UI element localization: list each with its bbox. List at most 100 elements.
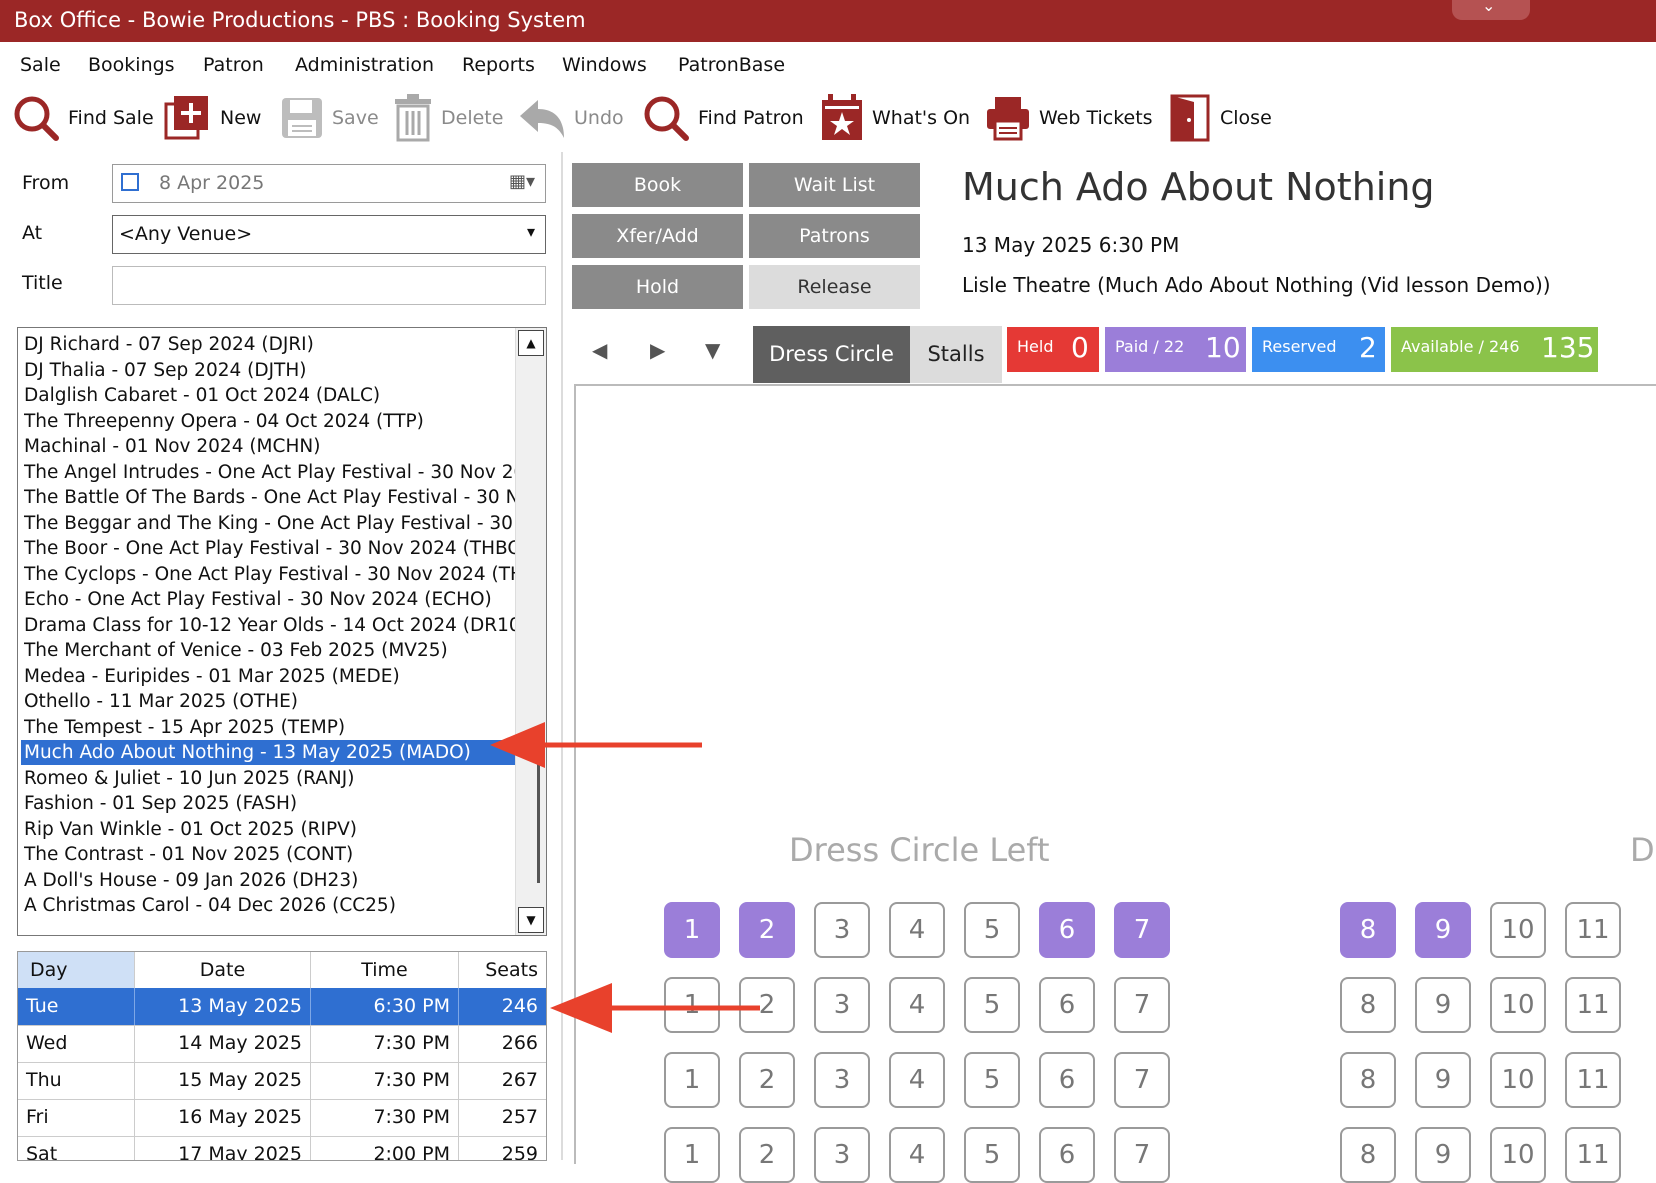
seat[interactable]: 4: [889, 977, 945, 1033]
seat[interactable]: 9: [1415, 977, 1471, 1033]
section-dropdown-icon[interactable]: ▼: [705, 338, 720, 362]
xfer-add-button[interactable]: Xfer/Add: [572, 214, 743, 258]
web-tickets-button[interactable]: Web Tickets: [985, 88, 1153, 148]
show-list-item[interactable]: Much Ado About Nothing - 13 May 2025 (MA…: [21, 740, 534, 765]
show-list-item[interactable]: The Battle Of The Bards - One Act Play F…: [24, 485, 534, 510]
show-list-item[interactable]: Fashion - 01 Sep 2025 (FASH): [24, 791, 534, 816]
show-list-item[interactable]: DJ Richard - 07 Sep 2024 (DJRI): [24, 332, 534, 357]
menu-reports[interactable]: Reports: [462, 54, 535, 76]
show-list-item[interactable]: The Beggar and The King - One Act Play F…: [24, 511, 534, 536]
seat[interactable]: 11: [1565, 977, 1621, 1033]
seat[interactable]: 5: [964, 1127, 1020, 1183]
menu-sale[interactable]: Sale: [20, 54, 61, 76]
seat[interactable]: 6: [1039, 902, 1095, 958]
show-list-item[interactable]: Romeo & Juliet - 10 Jun 2025 (RANJ): [24, 766, 534, 791]
from-date-checkbox[interactable]: [121, 173, 139, 191]
seat[interactable]: 1: [664, 1052, 720, 1108]
tab-stalls[interactable]: Stalls: [910, 326, 1002, 383]
seat[interactable]: 8: [1340, 977, 1396, 1033]
show-list-item[interactable]: A Christmas Carol - 04 Dec 2026 (CC25): [24, 893, 534, 918]
seat[interactable]: 5: [964, 977, 1020, 1033]
seat[interactable]: 9: [1415, 1127, 1471, 1183]
whats-on-button[interactable]: What's On: [820, 88, 970, 148]
seat[interactable]: 1: [664, 1127, 720, 1183]
seat[interactable]: 11: [1565, 902, 1621, 958]
show-list[interactable]: DJ Richard - 07 Sep 2024 (DJRI) DJ Thalia…: [17, 327, 547, 936]
show-list-item[interactable]: DJ Thalia - 07 Sep 2024 (DJTH): [24, 358, 534, 383]
seat[interactable]: 9: [1415, 1052, 1471, 1108]
menu-bookings[interactable]: Bookings: [88, 54, 175, 76]
show-list-item[interactable]: Othello - 11 Mar 2025 (OTHE): [24, 689, 534, 714]
menu-windows[interactable]: Windows: [562, 54, 647, 76]
show-list-item[interactable]: A Doll's House - 09 Jan 2026 (DH23): [24, 868, 534, 893]
show-list-item[interactable]: The Angel Intrudes - One Act Play Festiv…: [24, 460, 534, 485]
seat[interactable]: 8: [1340, 902, 1396, 958]
close-button[interactable]: Close: [1168, 88, 1272, 148]
show-list-scrollbar[interactable]: ▲ ▼: [515, 328, 546, 935]
show-list-item[interactable]: Drama Class for 10-12 Year Olds - 14 Oct…: [24, 613, 534, 638]
seat[interactable]: 3: [814, 1127, 870, 1183]
seat[interactable]: 7: [1114, 1127, 1170, 1183]
seat[interactable]: 4: [889, 1127, 945, 1183]
venue-select[interactable]: <Any Venue> ▾: [112, 215, 546, 254]
performance-grid[interactable]: Day Date Time Seats Tue 13 May 2025 6:30 PM 246…: [17, 951, 547, 1161]
show-list-item[interactable]: Machinal - 01 Nov 2024 (MCHN): [24, 434, 534, 459]
from-date-picker[interactable]: 8 Apr 2025 ▦▾: [112, 164, 546, 203]
seat[interactable]: 8: [1340, 1052, 1396, 1108]
tab-dress-circle[interactable]: Dress Circle: [753, 326, 910, 383]
seat[interactable]: 3: [814, 1052, 870, 1108]
book-button[interactable]: Book: [572, 163, 743, 207]
patrons-button[interactable]: Patrons: [749, 214, 920, 258]
scroll-down-button[interactable]: ▼: [518, 907, 544, 933]
show-list-item[interactable]: The Cyclops - One Act Play Festival - 30…: [24, 562, 534, 587]
seat[interactable]: 6: [1039, 977, 1095, 1033]
show-list-item[interactable]: The Merchant of Venice - 03 Feb 2025 (MV…: [24, 638, 534, 663]
grid-header-time[interactable]: Time: [311, 952, 459, 988]
seat[interactable]: 6: [1039, 1052, 1095, 1108]
previous-arrow-icon[interactable]: ◀: [592, 338, 607, 362]
seat[interactable]: 5: [964, 1052, 1020, 1108]
seat[interactable]: 7: [1114, 1052, 1170, 1108]
seat[interactable]: 2: [739, 1052, 795, 1108]
seat[interactable]: 2: [739, 902, 795, 958]
seat[interactable]: 11: [1565, 1127, 1621, 1183]
show-list-item[interactable]: The Contrast - 01 Nov 2025 (CONT): [24, 842, 534, 867]
seat[interactable]: 4: [889, 1052, 945, 1108]
show-list-item[interactable]: Rip Van Winkle - 01 Oct 2025 (RIPV): [24, 817, 534, 842]
release-button[interactable]: Release: [749, 265, 920, 309]
seat[interactable]: 10: [1490, 1052, 1546, 1108]
save-button[interactable]: Save: [280, 88, 379, 148]
seat[interactable]: 3: [814, 902, 870, 958]
next-arrow-icon[interactable]: ▶: [650, 338, 665, 362]
show-list-item[interactable]: Echo - One Act Play Festival - 30 Nov 20…: [24, 587, 534, 612]
show-list-item[interactable]: The Threepenny Opera - 04 Oct 2024 (TTP): [24, 409, 534, 434]
seat[interactable]: 10: [1490, 902, 1546, 958]
show-list-item[interactable]: The Boor - One Act Play Festival - 30 No…: [24, 536, 534, 561]
seat[interactable]: 8: [1340, 1127, 1396, 1183]
title-input[interactable]: [112, 266, 546, 305]
seat[interactable]: 1: [664, 902, 720, 958]
show-list-item[interactable]: Dalglish Cabaret - 01 Oct 2024 (DALC): [24, 383, 534, 408]
menu-patronbase[interactable]: PatronBase: [678, 54, 785, 76]
delete-button[interactable]: Delete: [393, 88, 503, 148]
new-button[interactable]: New: [164, 88, 261, 148]
grid-header-seats[interactable]: Seats: [459, 952, 546, 988]
show-list-item[interactable]: Medea - Euripides - 01 Mar 2025 (MEDE): [24, 664, 534, 689]
grid-header-day[interactable]: Day: [18, 952, 135, 988]
menu-patron[interactable]: Patron: [203, 54, 264, 76]
find-sale-button[interactable]: Find Sale: [12, 88, 154, 148]
seat[interactable]: 10: [1490, 977, 1546, 1033]
seat[interactable]: 11: [1565, 1052, 1621, 1108]
seat[interactable]: 7: [1114, 902, 1170, 958]
scroll-track[interactable]: [518, 336, 542, 906]
wait-list-button[interactable]: Wait List: [749, 163, 920, 207]
calendar-dropdown-icon[interactable]: ▦▾: [509, 171, 535, 192]
seat[interactable]: 7: [1114, 977, 1170, 1033]
grid-header-date[interactable]: Date: [135, 952, 311, 988]
seat[interactable]: 10: [1490, 1127, 1546, 1183]
menu-administration[interactable]: Administration: [295, 54, 434, 76]
collapse-ribbon-button[interactable]: ⌄: [1452, 0, 1530, 20]
seat[interactable]: 2: [739, 1127, 795, 1183]
seat[interactable]: 4: [889, 902, 945, 958]
seat-map[interactable]: Dress Circle Left D 12345671234567123456…: [574, 384, 1656, 1183]
